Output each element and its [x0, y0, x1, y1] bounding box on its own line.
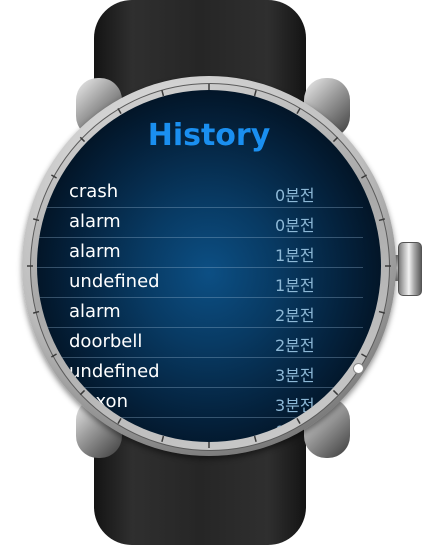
bezel-tick: [117, 108, 122, 114]
scroll-indicator: [353, 363, 364, 374]
history-event-time: 0분전: [275, 216, 315, 235]
history-event-name: crash: [69, 181, 119, 202]
watch-screen: History crash 0분전 alarm 0분전 alarm 1분전 undefine…: [37, 90, 381, 442]
history-event-name: alarm: [69, 241, 121, 262]
history-row[interactable]: 0: [37, 418, 381, 442]
history-row[interactable]: alarm 1분전: [37, 238, 381, 268]
history-event-time: 1분전: [275, 276, 315, 295]
history-event-time: 2분전: [275, 306, 315, 325]
history-event-time: 0: [275, 422, 286, 441]
history-row[interactable]: alarm 2분전: [37, 298, 381, 328]
history-event-name: alarm: [69, 211, 121, 232]
history-event-time: 2분전: [275, 336, 315, 355]
history-row[interactable]: undefined 1분전: [37, 268, 381, 298]
history-event-name: klaxon: [69, 391, 128, 412]
history-event-name: doorbell: [69, 331, 143, 352]
history-event-time: 0분전: [275, 186, 315, 205]
history-event-time: 1분전: [275, 246, 315, 265]
history-event-name: alarm: [69, 301, 121, 322]
page-title: History: [147, 118, 271, 153]
bezel-tick: [296, 108, 301, 114]
history-row[interactable]: alarm 0분전: [37, 208, 381, 238]
history-event-name: undefined: [69, 361, 160, 382]
bezel-tick: [253, 90, 257, 97]
history-event-name: undefined: [69, 271, 160, 292]
history-event-time: 3분전: [275, 396, 315, 415]
history-row[interactable]: doorbell 2분전: [37, 328, 381, 358]
history-event-time: 3분전: [275, 366, 315, 385]
history-row[interactable]: klaxon 3분전: [37, 388, 381, 418]
history-row[interactable]: undefined 3분전: [37, 358, 381, 388]
history-row[interactable]: crash 0분전: [37, 178, 381, 208]
